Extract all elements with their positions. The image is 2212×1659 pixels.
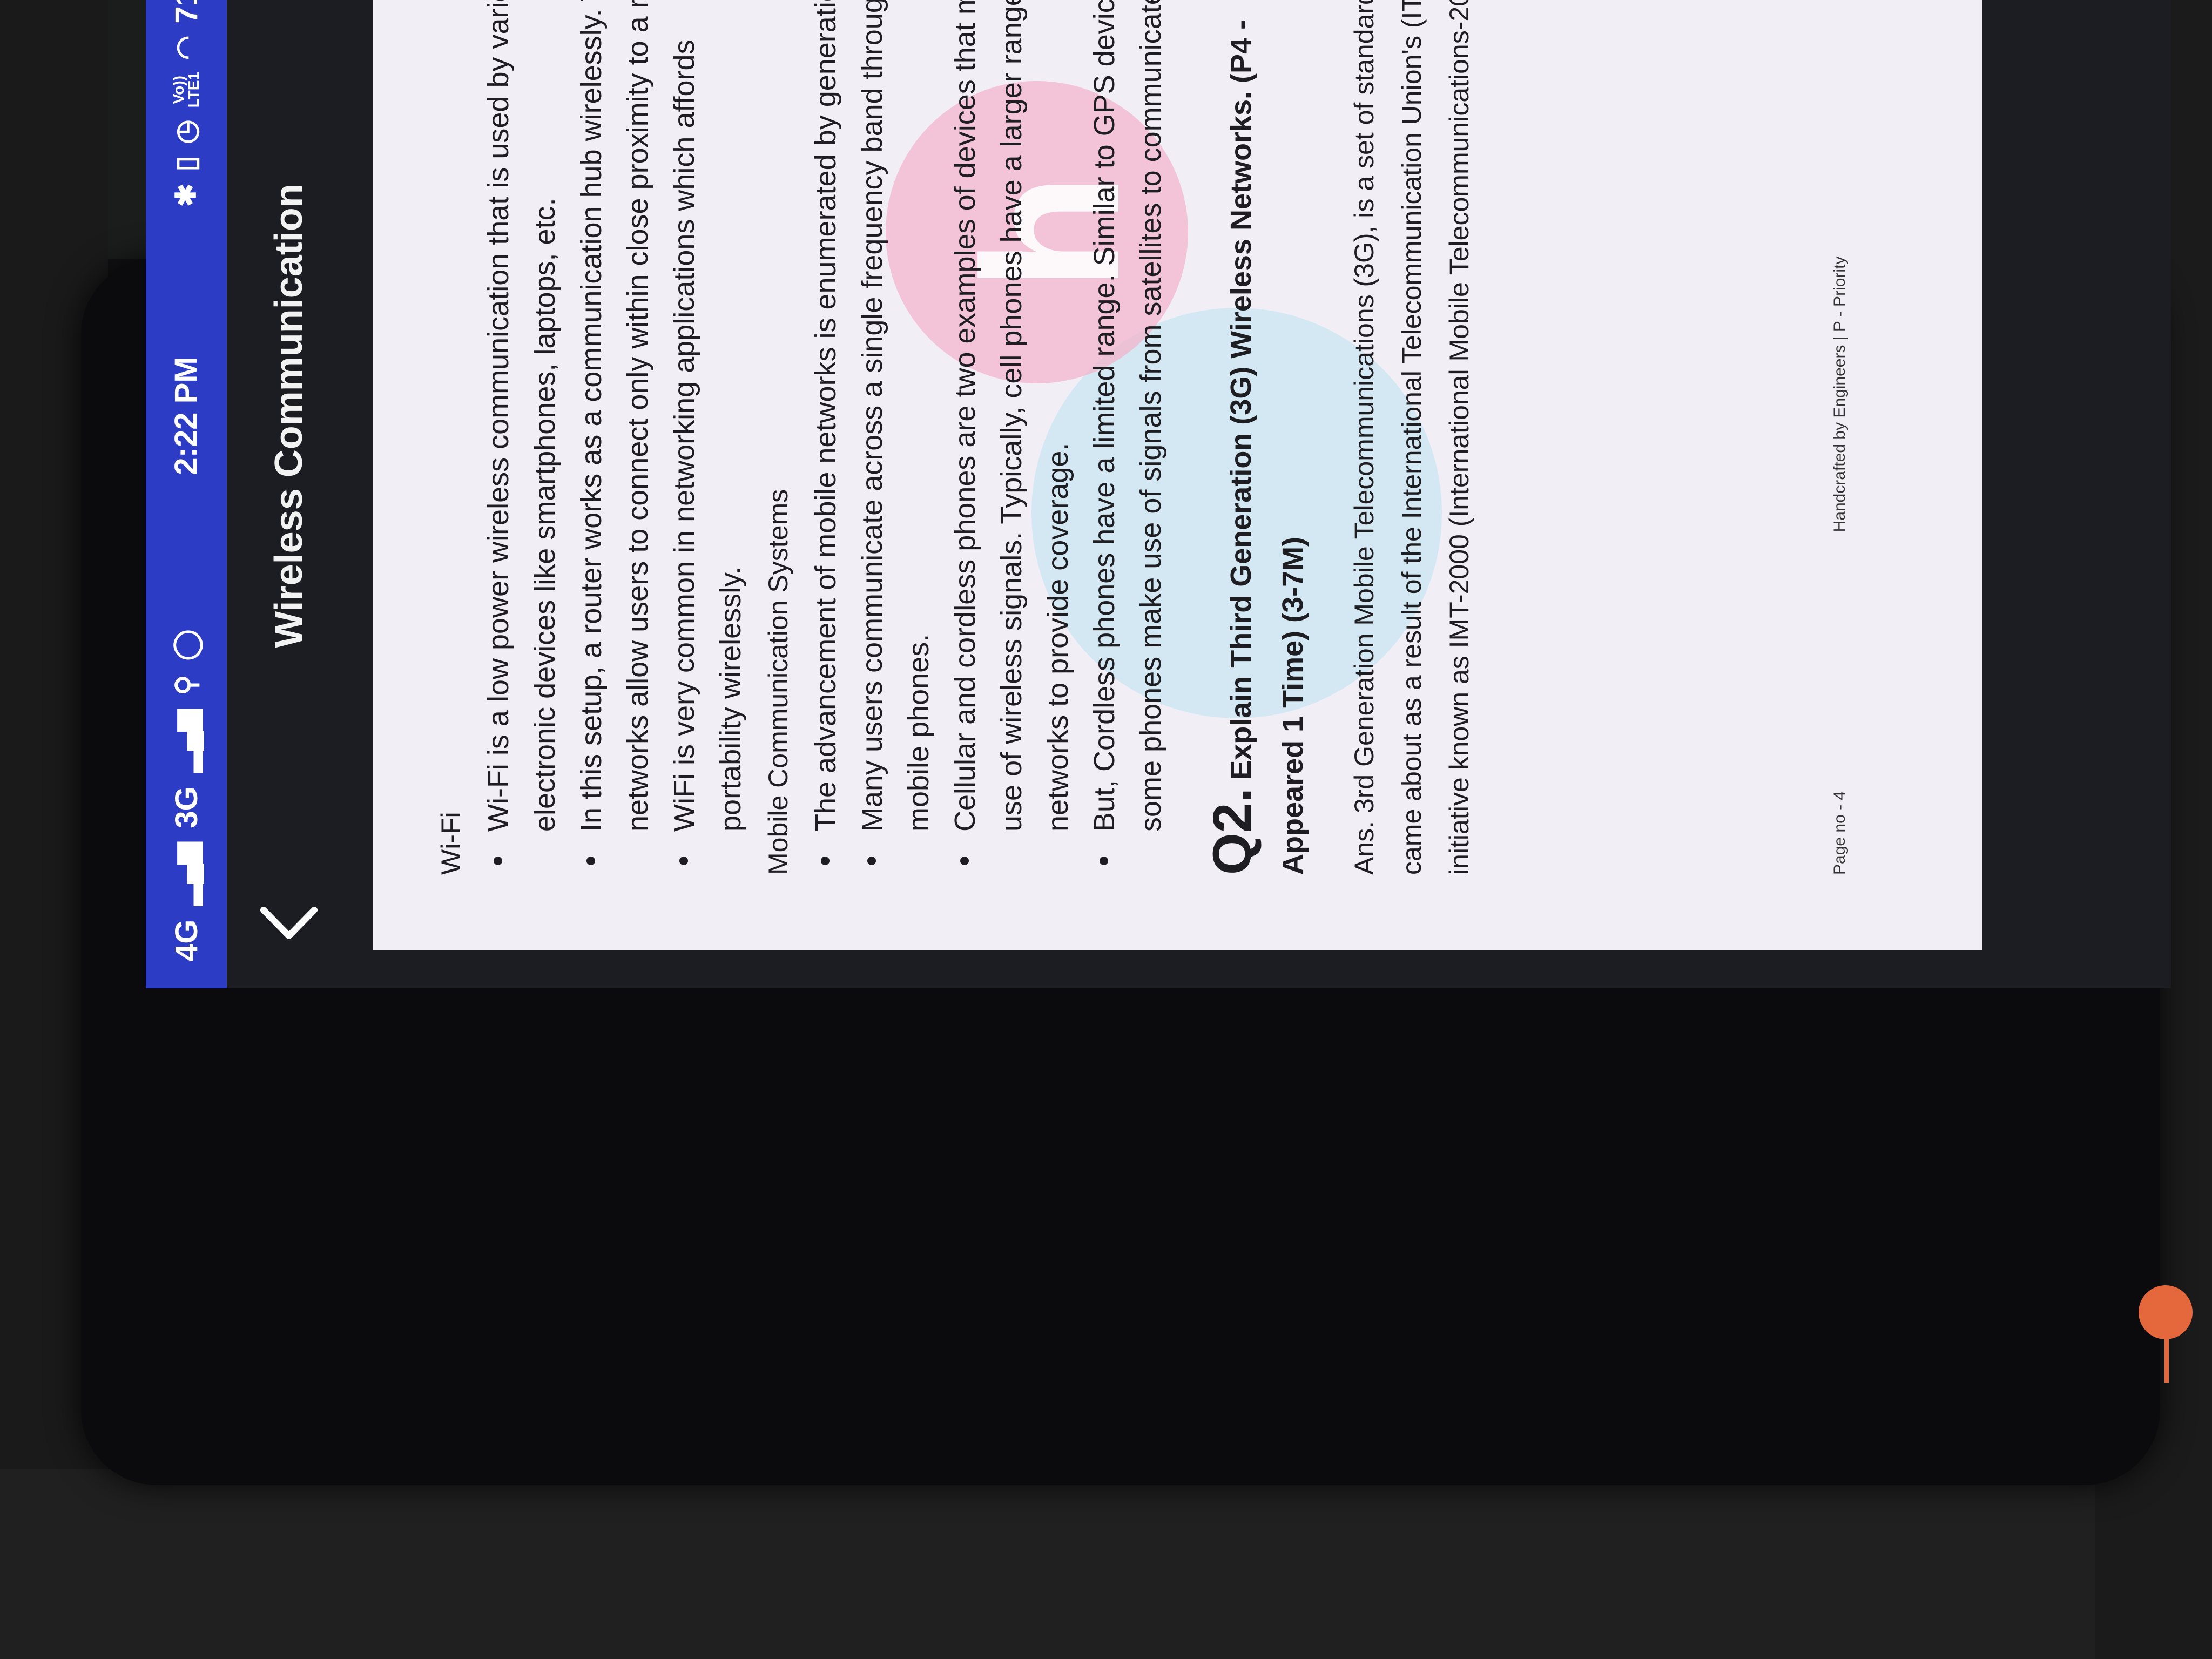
signal-bars-icon: ▂▄▆ <box>171 842 202 906</box>
scroll-handle-stem <box>2164 1334 2169 1382</box>
document-page[interactable]: h Wi-Fi Wi-Fi is a low power wireless co… <box>373 0 1982 950</box>
whatsapp-icon: ◯ <box>171 629 202 661</box>
question-text: Explain Third Generation (3G) Wireless N… <box>1225 19 1309 875</box>
list-item: In this setup, a router works as a commu… <box>568 0 661 832</box>
list-item: Cellular and cordless phones are two exa… <box>942 0 1081 832</box>
bluetooth-icon: ✱ <box>171 183 202 207</box>
vibrate-icon: ▯ <box>171 156 202 172</box>
app-bar: Wireless Communication <box>227 0 351 988</box>
signal-bars-icon: ▂▄▆ <box>171 709 202 773</box>
status-left: 4G ▂▄▆ 3G ▂▄▆ ⚲ ◯ <box>168 629 205 961</box>
page-title: Wireless Communication <box>267 184 311 648</box>
list-item: The advancement of mobile networks is en… <box>802 0 849 832</box>
usb-icon: ⚲ <box>171 675 202 696</box>
list-item: Many users communicate across a single f… <box>849 0 942 832</box>
volte-top-label: Vo)) <box>170 76 187 104</box>
question-number: Q2. <box>1202 787 1263 875</box>
status-bar: 4G ▂▄▆ 3G ▂▄▆ ⚲ ◯ 2:22 PM ✱ ▯ ◷ Vo)) LTE… <box>146 0 227 988</box>
footer-credit: Handcrafted by Engineers | P - Priority <box>1831 256 1849 532</box>
mobile-heading: Mobile Communication Systems <box>763 489 793 875</box>
wifi-list: Wi-Fi is a low power wireless communicat… <box>475 0 754 875</box>
scroll-handle[interactable] <box>2139 1285 2193 1339</box>
list-item: But, Cordless phones have a limited rang… <box>1081 0 1174 832</box>
mobile-list: The advancement of mobile networks is en… <box>802 0 1174 875</box>
wifi-icon: ◠ <box>171 35 202 60</box>
volte-indicator: Vo)) LTE1 <box>170 72 202 108</box>
question-heading: Q2. Explain Third Generation (3G) Wirele… <box>1202 0 1319 875</box>
status-right: ✱ ▯ ◷ Vo)) LTE1 ◠ 71% ϟ <box>168 0 205 207</box>
answer-text: Ans. 3rd Generation Mobile Telecommunica… <box>1349 0 1474 875</box>
signal-4g-label: 4G <box>168 919 204 961</box>
list-item: WiFi is very common in networking applic… <box>661 0 754 832</box>
volte-bottom-label: LTE1 <box>185 72 202 108</box>
list-item: Wi-Fi is a low power wireless communicat… <box>475 0 568 832</box>
document-content: Wi-Fi Wi-Fi is a low power wireless comm… <box>427 0 1483 875</box>
battery-percent: 71% <box>168 0 205 24</box>
signal-3g-label: 3G <box>168 786 204 828</box>
alarm-icon: ◷ <box>171 119 202 144</box>
page-footer: Page no - 4 Handcrafted by Engineers | P… <box>1831 0 1863 875</box>
background-desk-bottom <box>0 1469 2212 1659</box>
wifi-heading: Wi-Fi <box>436 812 466 875</box>
phone-screen: 4G ▂▄▆ 3G ▂▄▆ ⚲ ◯ 2:22 PM ✱ ▯ ◷ Vo)) LTE… <box>146 0 2171 988</box>
